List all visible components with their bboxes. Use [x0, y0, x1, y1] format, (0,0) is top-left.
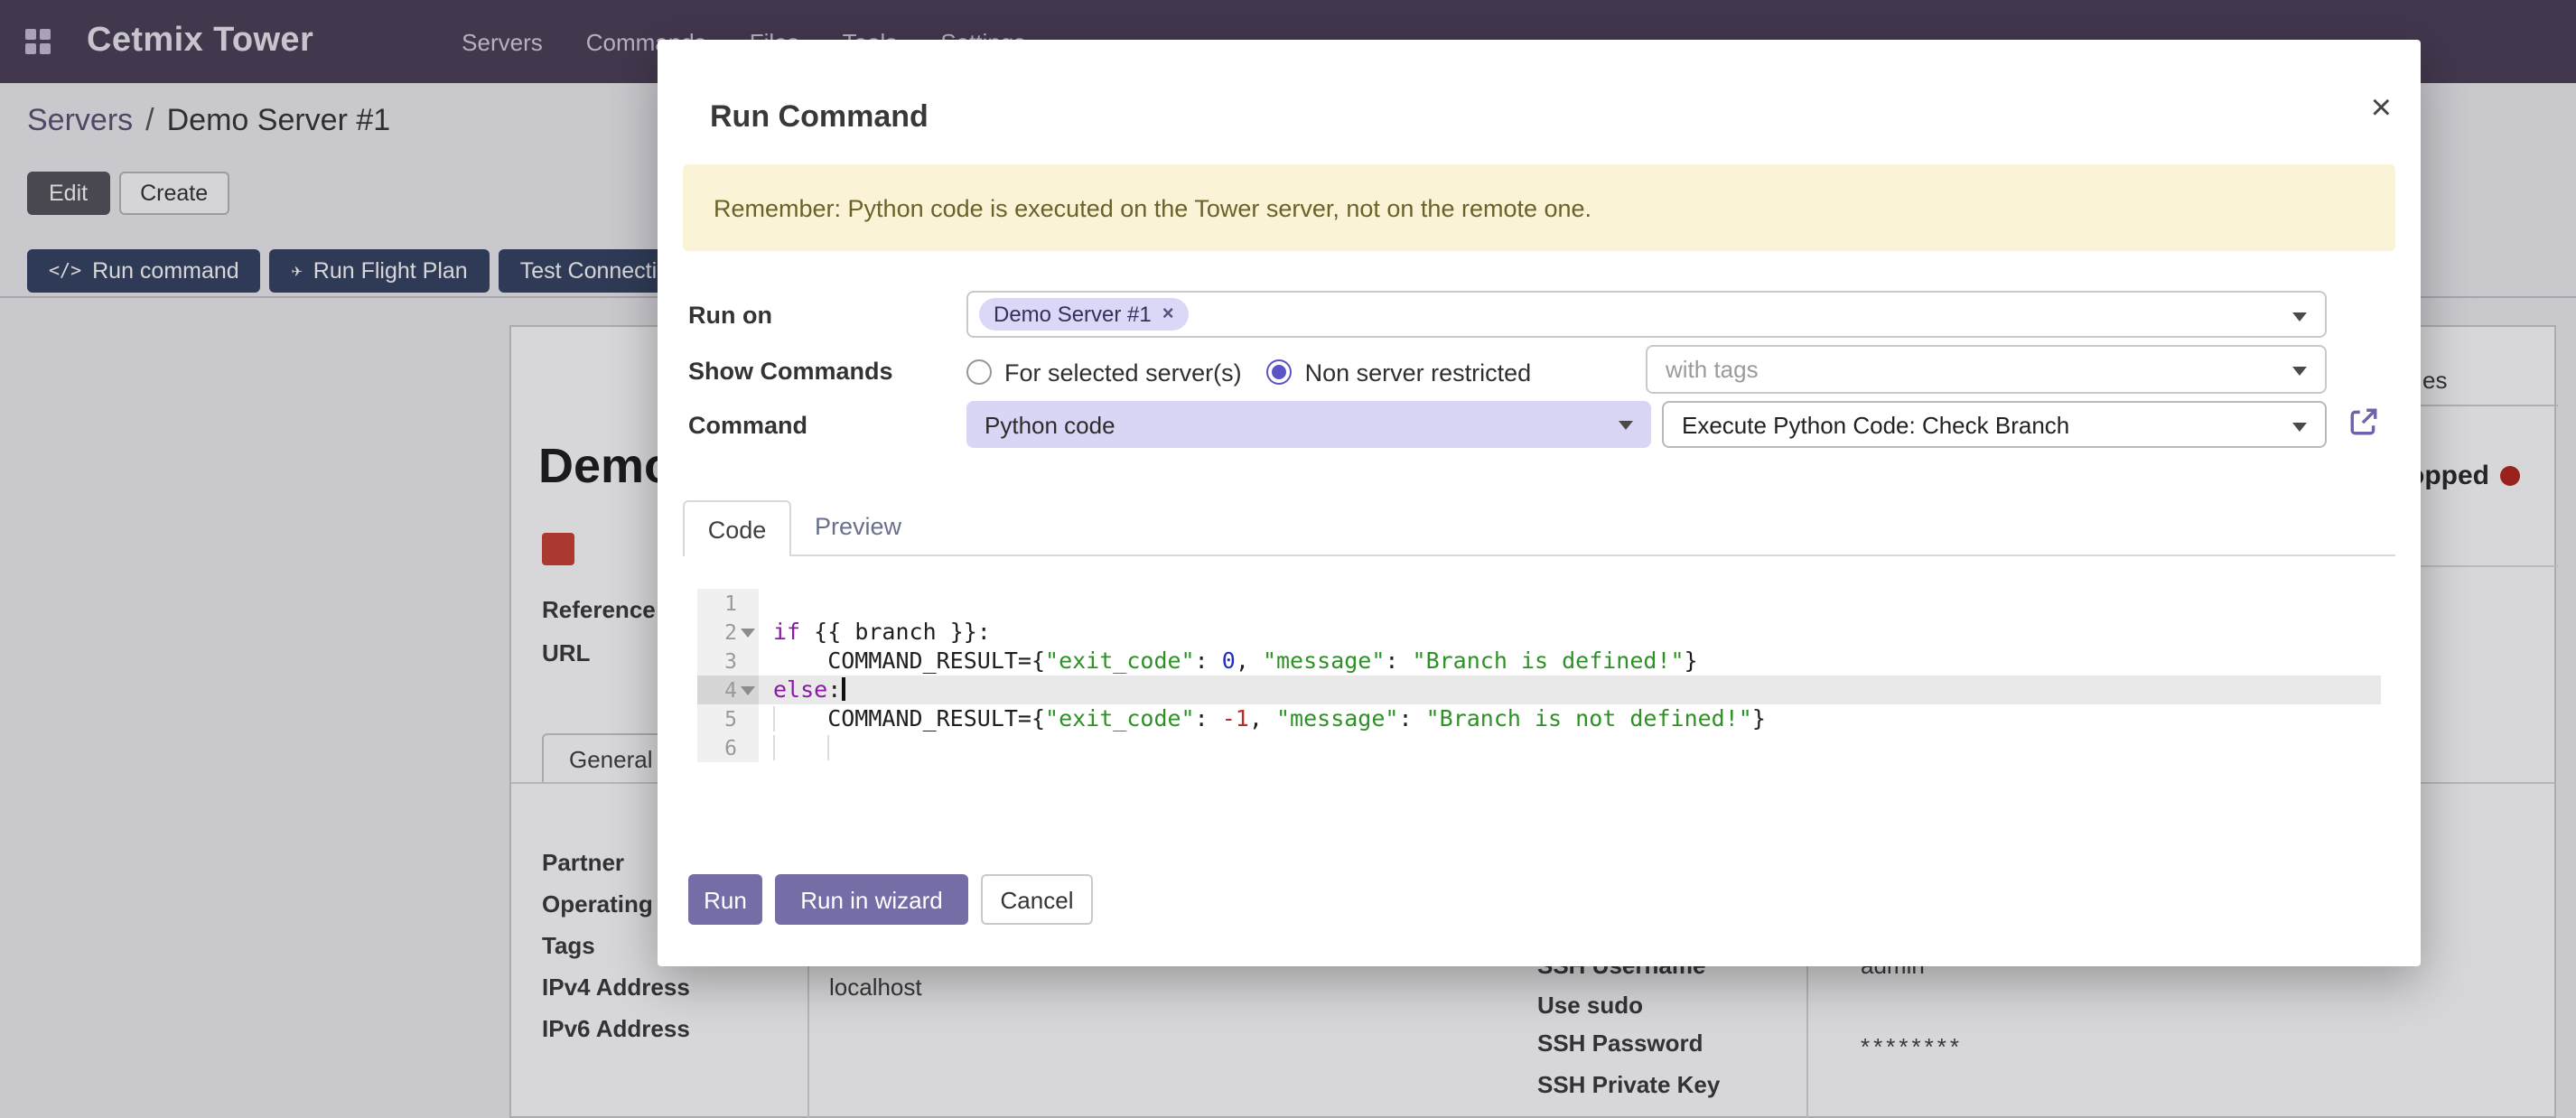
editor-gutter: 1 2 3 4 5 6 [697, 589, 759, 762]
code-line[interactable] [759, 733, 2381, 762]
chevron-down-icon [2292, 423, 2307, 432]
gutter-line-number: 1 [697, 589, 759, 618]
editor-code-area[interactable]: if {{ branch }}: COMMAND_RESULT={"exit_c… [759, 589, 2381, 762]
screen: Cetmix Tower Servers Commands Files Tool… [0, 0, 2576, 1118]
run-in-wizard-button[interactable]: Run in wizard [775, 874, 968, 925]
close-icon[interactable]: × [2371, 90, 2392, 126]
run-command-modal: Run Command × Remember: Python code is e… [658, 40, 2421, 966]
command-type-select[interactable]: Python code [966, 401, 1651, 448]
code-editor[interactable]: 1 2 3 4 5 6 if {{ branch }}: COMMAND_RES… [683, 556, 2395, 863]
remove-tag-icon[interactable]: × [1162, 303, 1174, 325]
chevron-down-icon [2292, 312, 2307, 321]
radio-label-for-selected-servers[interactable]: For selected server(s) [1004, 359, 1242, 386]
chevron-down-icon [1619, 421, 1633, 430]
server-tag-chip: Demo Server #1 × [979, 298, 1189, 331]
fold-caret-icon[interactable] [741, 686, 755, 695]
run-on-label: Run on [688, 302, 772, 329]
command-value: Execute Python Code: Check Branch [1682, 411, 2069, 438]
python-warning-alert: Remember: Python code is executed on the… [683, 164, 2395, 251]
modal-title: Run Command [710, 99, 929, 135]
gutter-line-number: 6 [697, 733, 759, 762]
gutter-line-number: 2 [697, 618, 759, 647]
gutter-line-number: 4 [697, 675, 759, 704]
command-type-value: Python code [985, 411, 1115, 438]
indent-guide [773, 706, 775, 731]
show-commands-label: Show Commands [688, 358, 893, 385]
cancel-button[interactable]: Cancel [981, 874, 1093, 925]
show-commands-radio-group: For selected server(s) Non server restri… [966, 349, 1531, 396]
tab-preview[interactable]: Preview [815, 513, 901, 540]
code-line[interactable]: COMMAND_RESULT={"exit_code": -1, "messag… [759, 704, 2381, 733]
chevron-down-icon [2292, 367, 2307, 376]
with-tags-placeholder: with tags [1666, 356, 1759, 383]
run-button[interactable]: Run [688, 874, 762, 925]
text-cursor [841, 677, 845, 701]
command-label: Command [688, 412, 807, 439]
gutter-line-number: 5 [697, 704, 759, 733]
radio-non-server-restricted[interactable] [1267, 359, 1293, 385]
external-link-icon[interactable] [2348, 406, 2379, 437]
gutter-line-number: 3 [697, 647, 759, 675]
radio-label-non-server-restricted[interactable]: Non server restricted [1305, 359, 1532, 386]
fold-caret-icon[interactable] [741, 629, 755, 638]
tab-code[interactable]: Code [683, 500, 791, 556]
indent-guide [773, 735, 775, 760]
server-tag-label: Demo Server #1 [994, 302, 1152, 327]
radio-for-selected-servers[interactable] [966, 359, 992, 385]
code-line[interactable]: COMMAND_RESULT={"exit_code": 0, "message… [759, 647, 2381, 675]
with-tags-select[interactable]: with tags [1646, 345, 2327, 394]
code-line[interactable] [759, 589, 2381, 618]
indent-guide [827, 735, 829, 760]
code-line-active[interactable]: else: [759, 675, 2381, 704]
run-on-select[interactable]: Demo Server #1 × [966, 291, 2327, 338]
command-select[interactable]: Execute Python Code: Check Branch [1662, 401, 2327, 448]
code-line[interactable]: if {{ branch }}: [759, 618, 2381, 647]
